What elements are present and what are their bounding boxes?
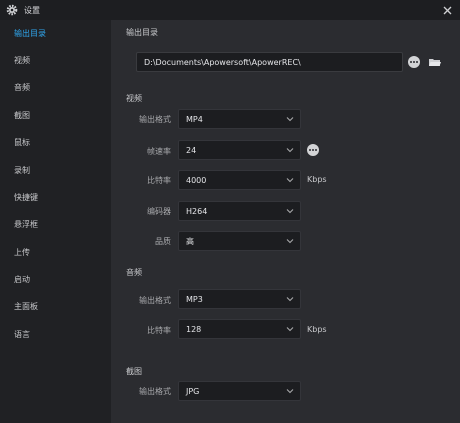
video-quality-label: 品质 — [155, 237, 171, 246]
sidebar-item-startup[interactable]: 启动 — [0, 269, 111, 289]
audio-bitrate-label: 比特率 — [147, 326, 171, 335]
video-encoder-select[interactable]: H264 — [178, 201, 301, 221]
sidebar-item-floating[interactable]: 悬浮框 — [0, 214, 111, 234]
window-title: 设置 — [24, 5, 40, 15]
video-quality-value: 高 — [186, 236, 194, 246]
folder-icon[interactable] — [429, 58, 441, 67]
output-section-title: 输出目录 — [126, 28, 158, 37]
screenshot-format-value: JPG — [186, 386, 200, 396]
sidebar-item-main-panel[interactable]: 主面板 — [0, 296, 111, 316]
audio-bitrate-value: 128 — [186, 324, 202, 334]
chevron-down-icon — [286, 327, 294, 332]
chevron-down-icon — [286, 297, 294, 302]
chevron-down-icon — [286, 209, 294, 214]
audio-bitrate-unit: Kbps — [307, 325, 327, 334]
settings-panel: 输出目录 D:\Documents\Apowersoft\ApowerREC\ … — [111, 20, 460, 423]
chevron-down-icon — [286, 117, 294, 122]
screenshot-format-select[interactable]: JPG — [178, 381, 301, 401]
sidebar-item-audio[interactable]: 音频 — [0, 77, 111, 97]
sidebar-item-mouse[interactable]: 鼠标 — [0, 132, 111, 152]
close-icon[interactable] — [440, 3, 454, 17]
video-framerate-select[interactable]: 24 — [178, 140, 301, 160]
chevron-down-icon — [286, 389, 294, 394]
more-options-icon[interactable] — [408, 56, 420, 68]
sidebar-item-screenshot[interactable]: 截图 — [0, 105, 111, 125]
sidebar: 输出目录 视频 音频 截图 鼠标 录制 快捷键 悬浮框 上传 启动 主面板 语言 — [0, 20, 111, 423]
gear-icon — [6, 4, 18, 16]
audio-section-title: 音频 — [126, 268, 142, 277]
video-format-select[interactable]: MP4 — [178, 109, 301, 129]
video-framerate-label: 帧速率 — [147, 147, 171, 156]
title-bar: 设置 — [0, 0, 460, 20]
audio-format-label: 输出格式 — [139, 296, 171, 305]
video-format-label: 输出格式 — [139, 115, 171, 124]
sidebar-item-video[interactable]: 视频 — [0, 50, 111, 70]
audio-format-select[interactable]: MP3 — [178, 289, 301, 309]
chevron-down-icon — [286, 239, 294, 244]
sidebar-item-recording[interactable]: 录制 — [0, 160, 111, 180]
video-bitrate-value: 4000 — [186, 175, 207, 185]
chevron-down-icon — [286, 178, 294, 183]
sidebar-item-hotkeys[interactable]: 快捷键 — [0, 187, 111, 207]
sidebar-item-upload[interactable]: 上传 — [0, 242, 111, 262]
screenshot-section-title: 截图 — [126, 367, 142, 376]
video-bitrate-label: 比特率 — [147, 176, 171, 185]
video-encoder-label: 编码器 — [147, 207, 171, 216]
video-bitrate-unit: Kbps — [307, 175, 327, 184]
screenshot-format-label: 输出格式 — [139, 387, 171, 396]
video-section-title: 视频 — [126, 94, 142, 103]
video-encoder-value: H264 — [186, 206, 208, 216]
sidebar-item-language[interactable]: 语言 — [0, 324, 111, 344]
video-format-value: MP4 — [186, 114, 203, 124]
framerate-more-icon[interactable] — [307, 144, 319, 156]
video-quality-select[interactable]: 高 — [178, 231, 301, 251]
audio-bitrate-select[interactable]: 128 — [178, 319, 301, 339]
chevron-down-icon — [286, 148, 294, 153]
video-framerate-value: 24 — [186, 145, 197, 155]
output-path-field[interactable]: D:\Documents\Apowersoft\ApowerREC\ — [136, 52, 403, 72]
video-bitrate-select[interactable]: 4000 — [178, 170, 301, 190]
audio-format-value: MP3 — [186, 294, 203, 304]
output-path-value: D:\Documents\Apowersoft\ApowerREC\ — [144, 57, 301, 67]
sidebar-item-output[interactable]: 输出目录 — [0, 23, 111, 43]
